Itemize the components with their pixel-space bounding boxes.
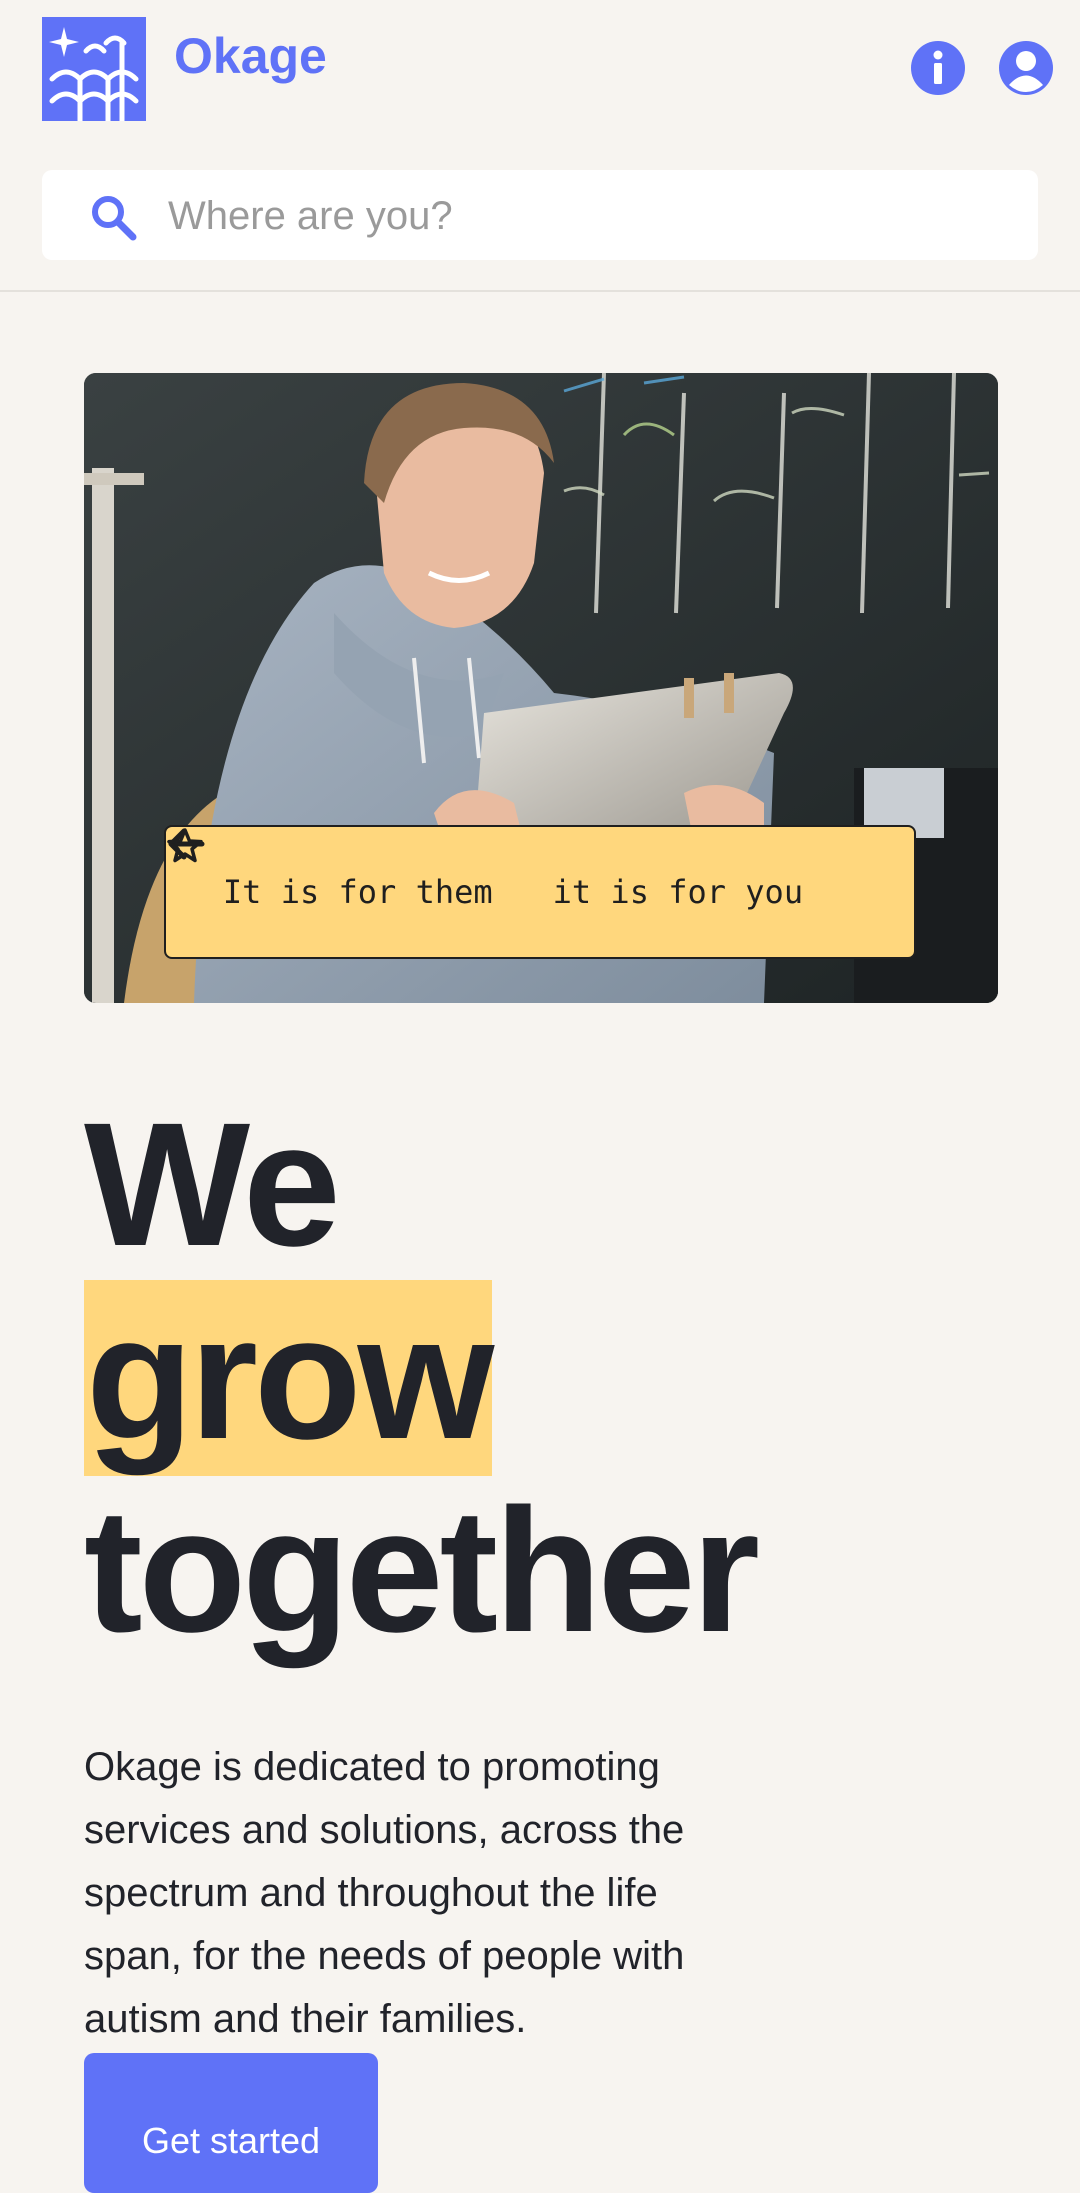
logo-icon[interactable]	[42, 17, 146, 124]
tagline-part2: it is for you	[552, 873, 804, 911]
headline: We grow together	[84, 1087, 760, 1669]
headline-highlight: grow	[84, 1280, 494, 1476]
headline-line-1: We	[84, 1087, 341, 1283]
search-bar[interactable]	[42, 170, 1038, 262]
search-icon	[88, 192, 138, 242]
get-started-label: Get started	[141, 2120, 321, 2161]
hero-image: It is for them it is for you	[84, 373, 998, 1003]
star-icon	[167, 828, 857, 911]
headline-line-3: together	[84, 1473, 760, 1669]
description-text: Okage is dedicated to promoting services…	[84, 1745, 685, 2041]
brand-name[interactable]: Okage	[174, 26, 327, 86]
get-started-button[interactable]: Get started	[84, 2053, 378, 2193]
tagline-part1: It is for them	[222, 873, 493, 911]
info-icon[interactable]	[910, 40, 966, 96]
site-header: Okage	[0, 0, 1080, 292]
tagline-banner: It is for them it is for you	[164, 825, 916, 959]
user-icon[interactable]	[998, 40, 1054, 96]
search-input[interactable]	[166, 170, 1010, 262]
arrow-left-icon	[168, 828, 543, 909]
